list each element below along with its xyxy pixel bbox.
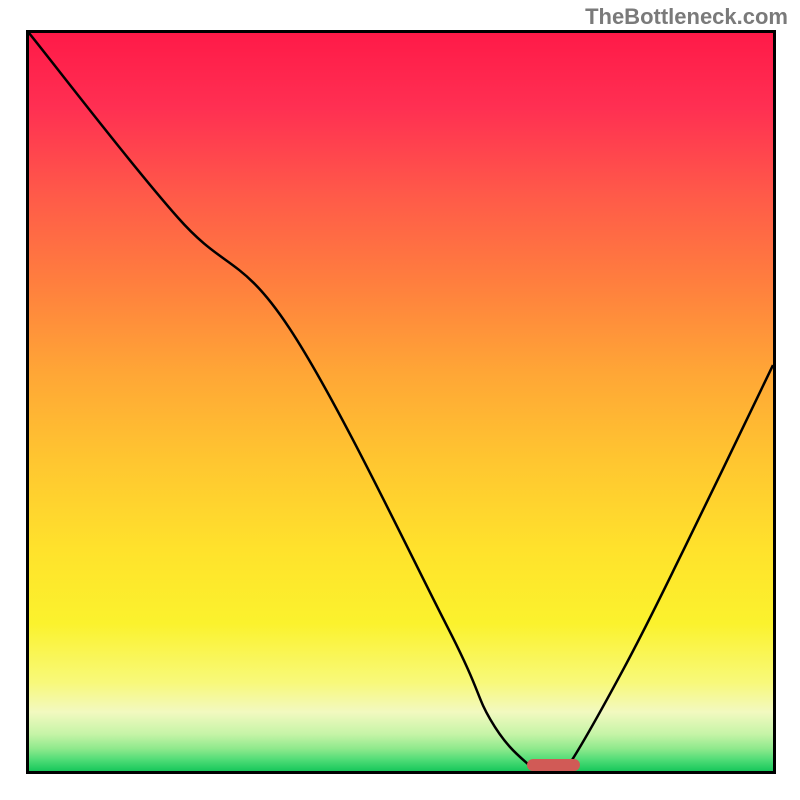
watermark-text: TheBottleneck.com: [585, 4, 788, 30]
chart-container: TheBottleneck.com: [0, 0, 800, 800]
bottleneck-curve: [29, 33, 773, 771]
optimal-marker: [527, 759, 579, 771]
plot-area: [26, 30, 776, 774]
